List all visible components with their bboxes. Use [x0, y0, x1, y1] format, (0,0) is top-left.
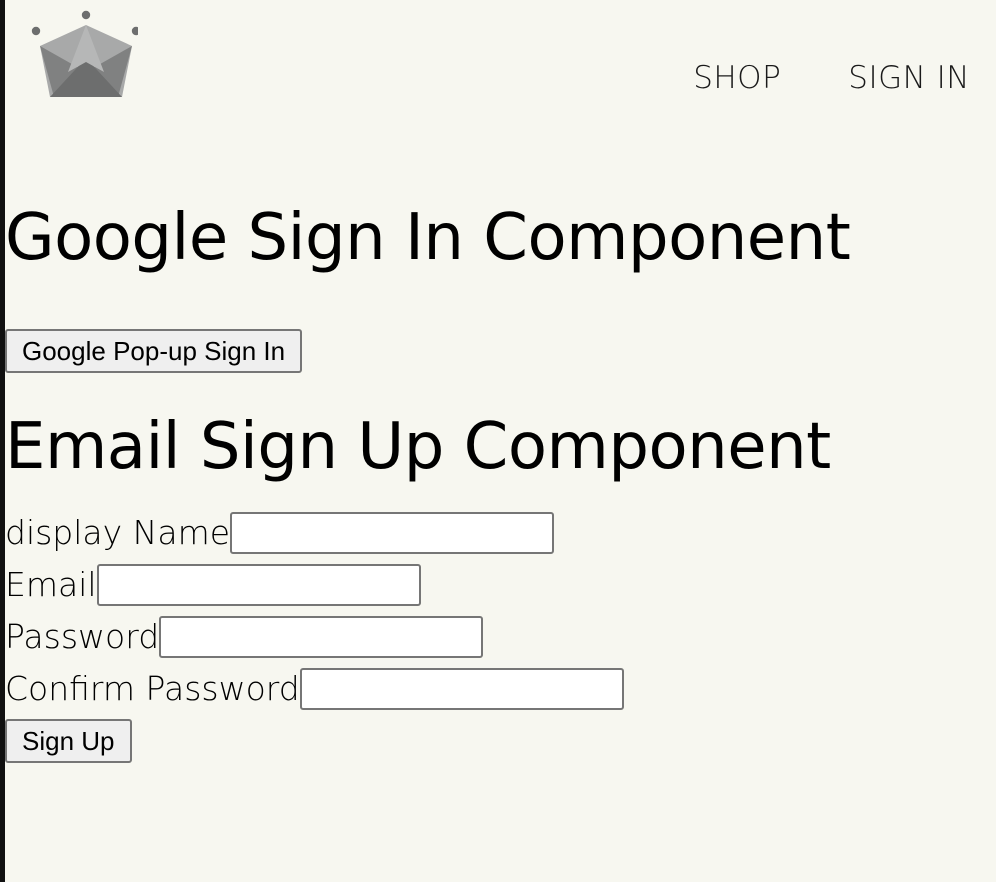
navigation-bar: SHOP SIGN IN — [5, 0, 996, 110]
password-input[interactable] — [159, 615, 484, 658]
email-input[interactable] — [96, 563, 421, 606]
nav-links: SHOP SIGN IN — [693, 58, 970, 98]
display-name-input[interactable] — [230, 511, 555, 554]
google-section-title: Google Sign In Component — [5, 201, 851, 275]
crown-icon[interactable] — [26, 10, 138, 100]
display-name-label: display Name — [5, 512, 231, 552]
google-sign-in-section: Google Sign In Component Google Pop-up S… — [5, 200, 996, 373]
email-section-title: Email Sign Up Component — [5, 409, 831, 484]
email-sign-up-section: Email Sign Up Component display Name Ema… — [5, 409, 996, 763]
page: SHOP SIGN IN Google Sign In Component Go… — [0, 0, 996, 882]
password-label: Password — [5, 616, 160, 656]
email-label: Email — [5, 564, 97, 604]
email-row: Email — [5, 559, 996, 611]
confirm-password-label: Confirm Password — [5, 668, 300, 708]
sign-up-button[interactable]: Sign Up — [5, 718, 132, 763]
display-name-row: display Name — [5, 507, 996, 559]
main-content: Google Sign In Component Google Pop-up S… — [5, 200, 996, 763]
google-popup-sign-in-button[interactable]: Google Pop-up Sign In — [5, 328, 303, 373]
nav-link-shop[interactable]: SHOP — [693, 58, 781, 98]
sign-up-form: display Name Email Password Confirm Pass… — [5, 507, 996, 763]
confirm-password-row: Confirm Password — [5, 663, 996, 715]
confirm-password-input[interactable] — [299, 667, 624, 710]
nav-link-sign-in[interactable]: SIGN IN — [848, 58, 970, 98]
password-row: Password — [5, 611, 996, 663]
